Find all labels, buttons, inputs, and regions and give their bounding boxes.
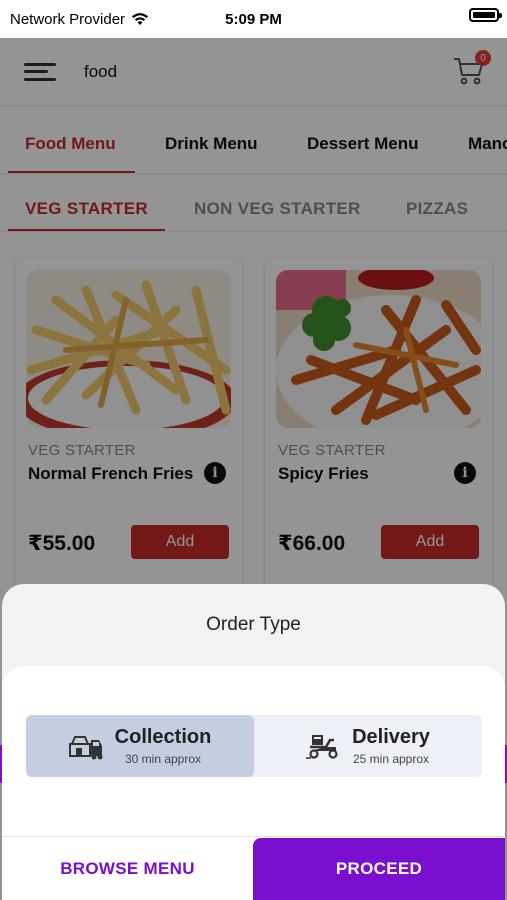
status-bar: Network Provider 5:09 PM	[0, 0, 507, 38]
sheet-actions: BROWSE MENU PROCEED	[2, 836, 505, 900]
scooter-icon	[306, 735, 338, 759]
wifi-icon	[132, 13, 149, 25]
delivery-option[interactable]: Delivery 25 min approx	[254, 715, 482, 777]
order-type-selector: Collection 30 min approx Delivery 25 min…	[26, 715, 482, 777]
collection-label: Collection	[114, 726, 212, 748]
delivery-time: 25 min approx	[352, 752, 430, 766]
proceed-button[interactable]: PROCEED	[253, 838, 505, 900]
carrier-label: Network Provider	[10, 10, 126, 28]
delivery-label: Delivery	[352, 726, 430, 748]
status-left: Network Provider	[10, 11, 149, 28]
sheet-body: Collection 30 min approx Delivery 25 min…	[2, 666, 505, 900]
collection-time: 30 min approx	[124, 752, 202, 766]
order-type-sheet: Order Type Collection 30 min approx Deli…	[2, 584, 505, 900]
battery-icon	[469, 8, 502, 22]
store-icon	[68, 736, 103, 760]
sheet-title: Order Type	[206, 614, 301, 635]
browse-menu-button[interactable]: BROWSE MENU	[2, 837, 253, 900]
collection-option[interactable]: Collection 30 min approx	[26, 715, 254, 777]
